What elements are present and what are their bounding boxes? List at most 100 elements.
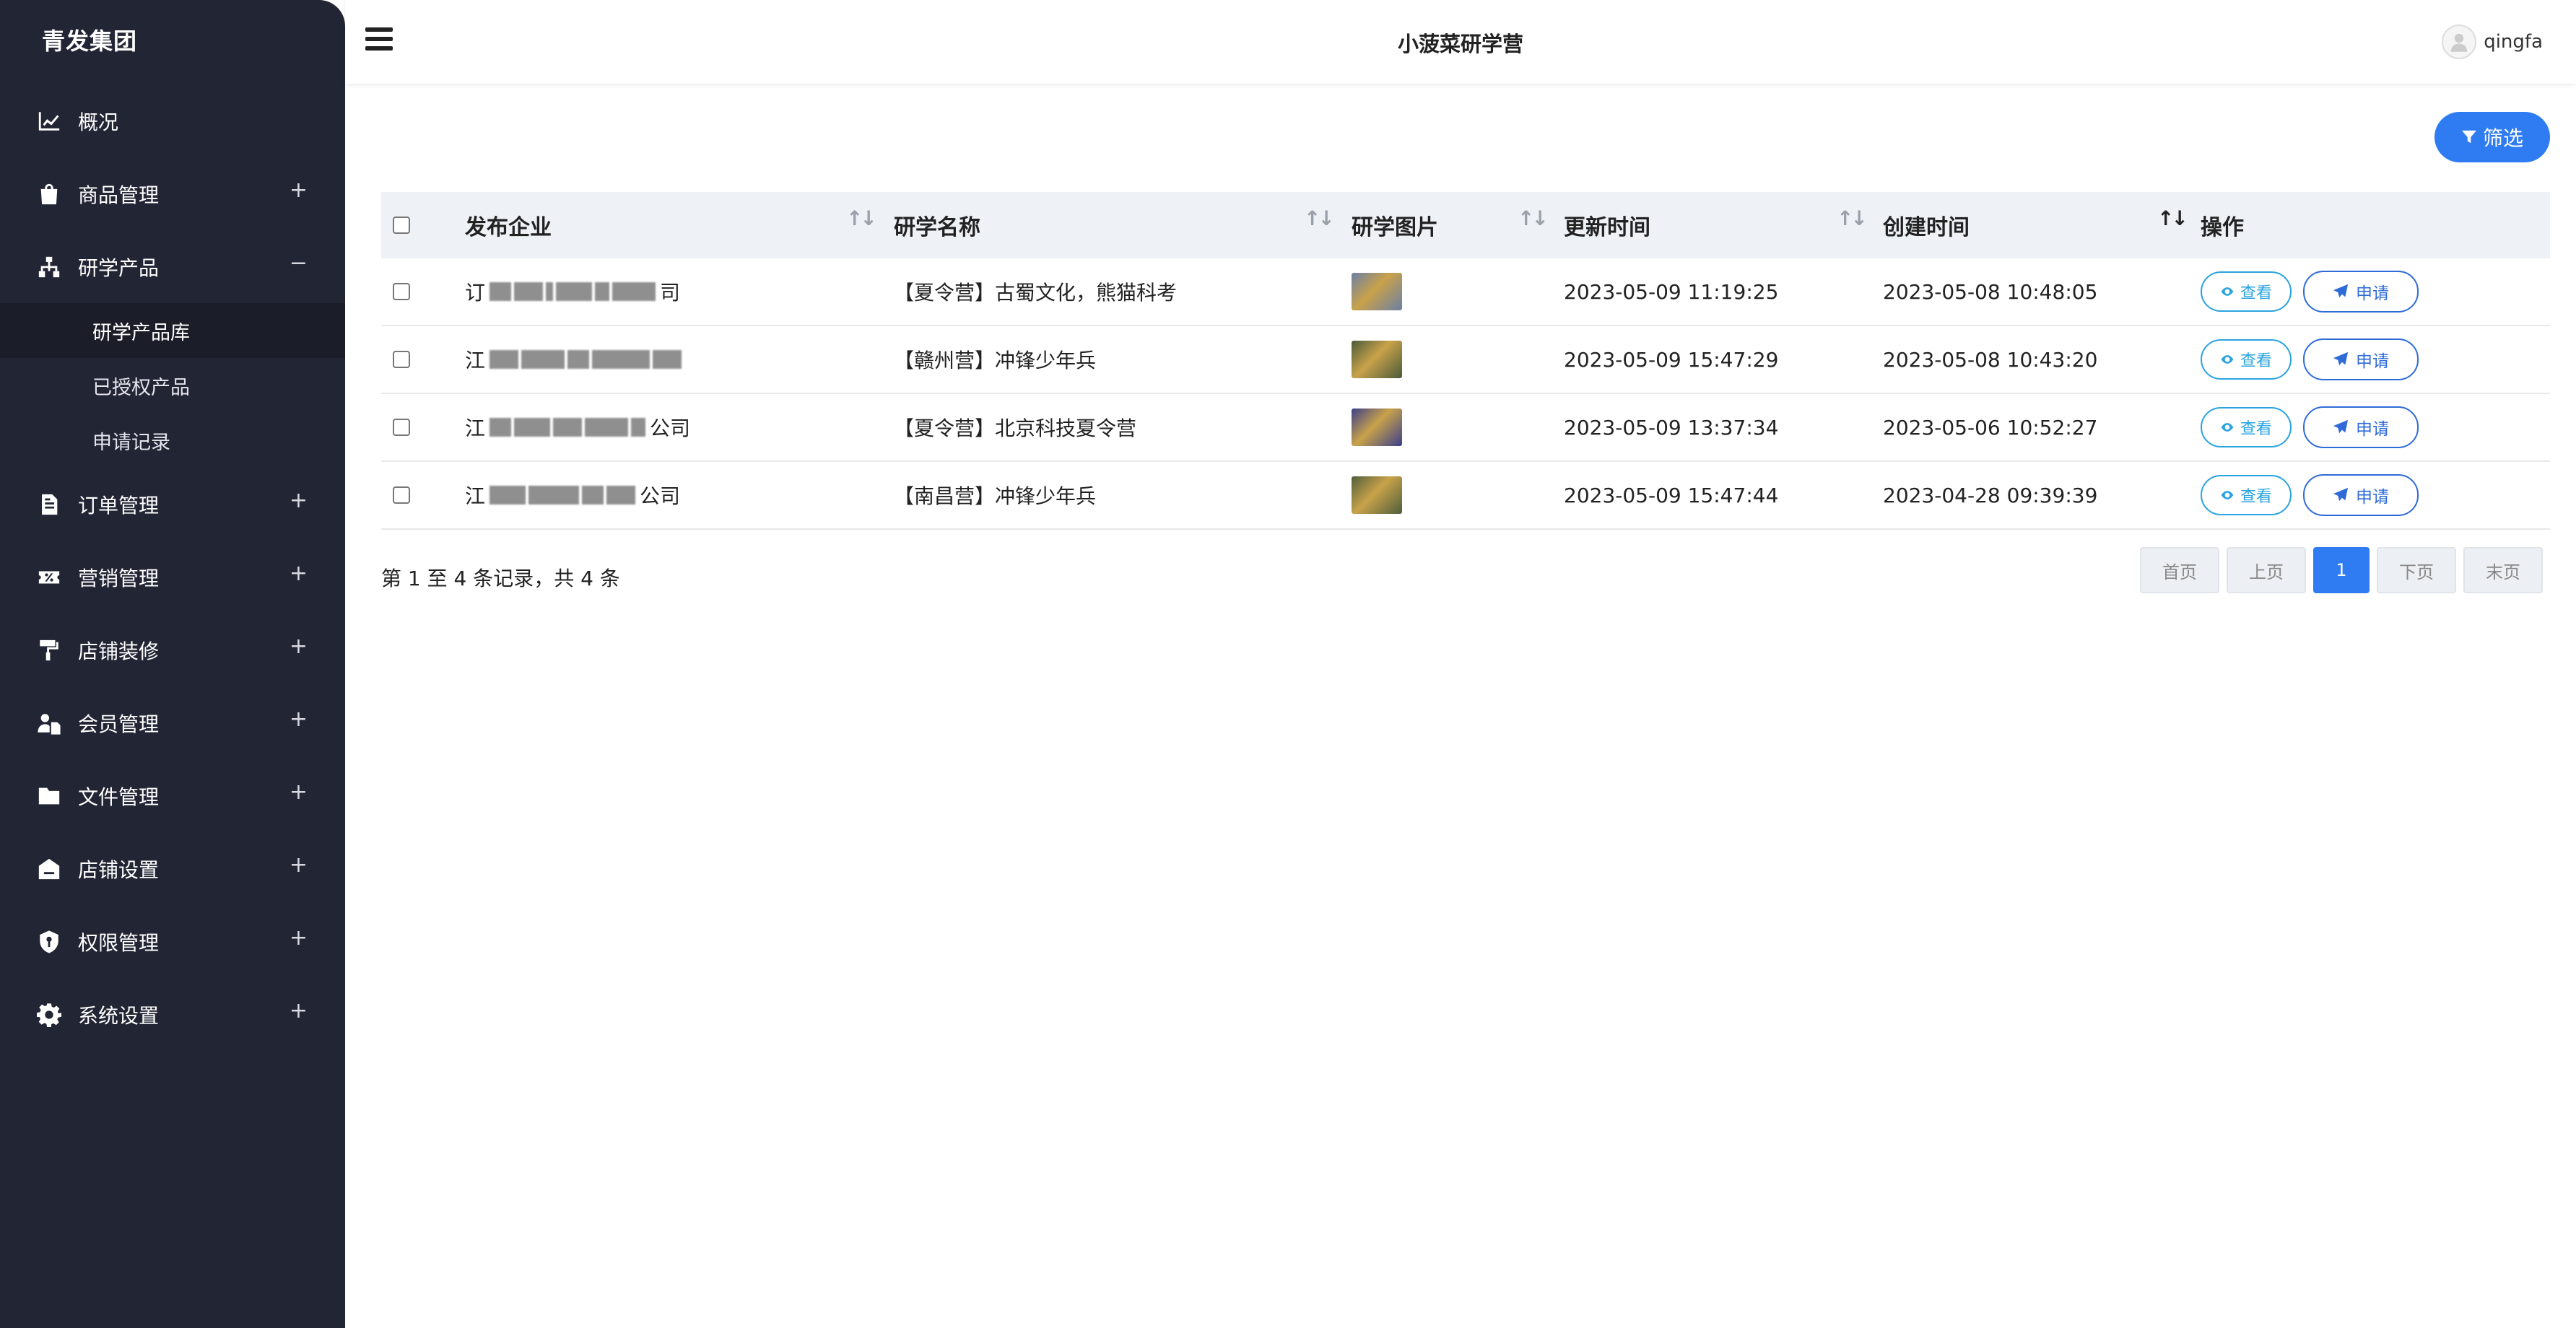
view-button-label: 查看 <box>2240 352 2272 370</box>
column-header-actions: 操作 <box>2201 215 2244 240</box>
sidebar-item-store-settings[interactable]: 店铺设置 + <box>0 832 345 905</box>
row-checkbox[interactable] <box>393 419 410 436</box>
sidebar-item-files[interactable]: 文件管理 + <box>0 759 345 832</box>
view-button[interactable]: 查看 <box>2201 407 2292 447</box>
created-time-cell: 2023-05-08 10:48:05 <box>1883 279 2098 304</box>
first-page-button[interactable]: 首页 <box>2140 547 2219 593</box>
actions-cell: 查看 申请 <box>2201 258 2550 325</box>
sidebar-item-label: 订单管理 <box>78 493 160 517</box>
apply-button[interactable]: 申请 <box>2303 271 2419 313</box>
study-thumbnail[interactable] <box>1352 409 1402 446</box>
last-page-button[interactable]: 末页 <box>2463 547 2543 593</box>
eye-icon <box>2221 355 2234 364</box>
row-select-cell <box>393 258 413 325</box>
actions-cell: 查看 申请 <box>2201 462 2550 528</box>
expand-icon[interactable]: + <box>290 178 308 203</box>
sidebar-subitem-application-records[interactable]: 申请记录 <box>0 413 345 468</box>
sidebar-item-label: 系统设置 <box>78 1003 160 1028</box>
top-header: 小菠菜研学营 qingfa <box>345 0 2576 84</box>
row-checkbox[interactable] <box>393 351 410 368</box>
table-row: 江 【赣州营】冲锋少年兵 2023-05-09 15:47:29 2023-05… <box>381 326 2550 394</box>
page-title: 小菠菜研学营 <box>1397 32 1523 56</box>
company-cell: 江 公司 <box>465 462 869 528</box>
study-image-cell <box>1352 326 1546 393</box>
record-summary: 第 1 至 4 条记录，共 4 条 <box>381 567 620 590</box>
column-header-company[interactable]: 发布企业 <box>465 192 869 258</box>
view-button[interactable]: 查看 <box>2201 339 2292 380</box>
sidebar-item-study-products[interactable]: 研学产品 − <box>0 230 345 303</box>
study-name-cell: 【赣州营】冲锋少年兵 <box>894 349 1097 372</box>
apply-button-label: 申请 <box>2356 284 2389 303</box>
study-name-cell: 【夏令营】古蜀文化，熊猫科考 <box>894 281 1178 305</box>
page-1-button[interactable]: 1 <box>2313 547 2370 593</box>
paper-plane-icon <box>2333 419 2349 434</box>
company-cell: 订 司 <box>465 258 869 325</box>
row-select-cell <box>393 462 413 528</box>
sidebar-item-members[interactable]: 会员管理 + <box>0 686 345 759</box>
apply-button[interactable]: 申请 <box>2303 406 2419 448</box>
updated-time-cell: 2023-05-09 15:47:29 <box>1564 347 1779 372</box>
sidebar-item-permissions[interactable]: 权限管理 + <box>0 905 345 978</box>
expand-icon[interactable]: + <box>290 852 308 878</box>
sort-icon[interactable]: ↑↓ <box>1518 206 1549 230</box>
expand-icon[interactable]: + <box>290 488 308 513</box>
apply-button[interactable]: 申请 <box>2303 474 2419 516</box>
sidebar-subitem-authorized-products[interactable]: 已授权产品 <box>0 358 345 413</box>
sidebar-item-label: 研学产品 <box>78 255 160 280</box>
study-thumbnail[interactable] <box>1352 476 1402 514</box>
sidebar-item-store-decoration[interactable]: 店铺装修 + <box>0 613 345 686</box>
brand-name: 青发集团 <box>42 27 138 55</box>
view-button[interactable]: 查看 <box>2201 271 2292 312</box>
sort-icon[interactable]: ↑↓ <box>1837 206 1868 230</box>
expand-icon[interactable]: + <box>290 925 308 951</box>
study-name-cell: 【南昌营】冲锋少年兵 <box>894 484 1097 508</box>
sort-icon[interactable]: ↑↓ <box>1304 206 1335 230</box>
column-header-name[interactable]: 研学名称 <box>894 192 1327 258</box>
filter-button[interactable]: 筛选 <box>2434 112 2550 162</box>
row-checkbox[interactable] <box>393 283 410 300</box>
sidebar-item-system-settings[interactable]: 系统设置 + <box>0 978 345 1051</box>
actions-cell: 查看 申请 <box>2201 326 2550 393</box>
expand-icon[interactable]: + <box>290 634 308 659</box>
select-all-cell <box>393 192 413 258</box>
next-page-button[interactable]: 下页 <box>2377 547 2456 593</box>
paint-roller-icon <box>35 636 64 665</box>
sort-icon[interactable]: ↑↓ <box>846 206 877 230</box>
eye-icon <box>2221 423 2234 432</box>
sidebar-item-label: 店铺设置 <box>78 857 160 882</box>
updated-time-cell: 2023-05-09 11:19:25 <box>1564 279 1779 304</box>
products-table: 发布企业 ↑↓ 研学名称 ↑↓ 研学图片 ↑↓ 更新时间 ↑↓ 创建时间 ↑↓ … <box>381 192 2550 530</box>
column-header-created[interactable]: 创建时间 <box>1883 192 2186 258</box>
redacted-text <box>489 486 636 504</box>
sidebar-item-goods[interactable]: 商品管理 + <box>0 157 345 230</box>
select-all-checkbox[interactable] <box>393 217 410 234</box>
study-thumbnail[interactable] <box>1352 273 1402 310</box>
sidebar-item-orders[interactable]: 订单管理 + <box>0 468 345 541</box>
created-time-cell: 2023-04-28 09:39:39 <box>1883 483 2098 507</box>
sidebar-item-label: 会员管理 <box>78 712 160 736</box>
row-select-cell <box>393 326 413 393</box>
prev-page-button[interactable]: 上页 <box>2227 547 2306 593</box>
percent-ticket-icon <box>35 563 64 592</box>
expand-icon[interactable]: + <box>290 998 308 1023</box>
column-header-updated[interactable]: 更新时间 <box>1564 192 1867 258</box>
view-button[interactable]: 查看 <box>2201 475 2292 515</box>
sort-desc-icon[interactable]: ↑↓ <box>2157 206 2188 230</box>
expand-icon[interactable]: + <box>290 561 308 586</box>
collapse-icon[interactable]: − <box>290 250 308 276</box>
row-checkbox[interactable] <box>393 486 410 504</box>
company-name-suffix: 公司 <box>640 484 681 508</box>
expand-icon[interactable]: + <box>290 779 308 805</box>
user-file-icon <box>35 709 64 738</box>
row-select-cell <box>393 394 413 460</box>
apply-button[interactable]: 申请 <box>2303 338 2419 380</box>
user-menu[interactable]: qingfa <box>2442 25 2543 59</box>
expand-icon[interactable]: + <box>290 707 308 732</box>
study-thumbnail[interactable] <box>1352 341 1402 378</box>
company-cell: 江 公司 <box>465 394 869 460</box>
sidebar-subitem-product-library[interactable]: 研学产品库 <box>0 303 345 358</box>
sidebar-item-marketing[interactable]: 营销管理 + <box>0 541 345 613</box>
company-name-suffix: 公司 <box>650 416 691 440</box>
filter-icon <box>2461 130 2477 144</box>
sidebar-item-overview[interactable]: 概况 <box>0 84 345 157</box>
